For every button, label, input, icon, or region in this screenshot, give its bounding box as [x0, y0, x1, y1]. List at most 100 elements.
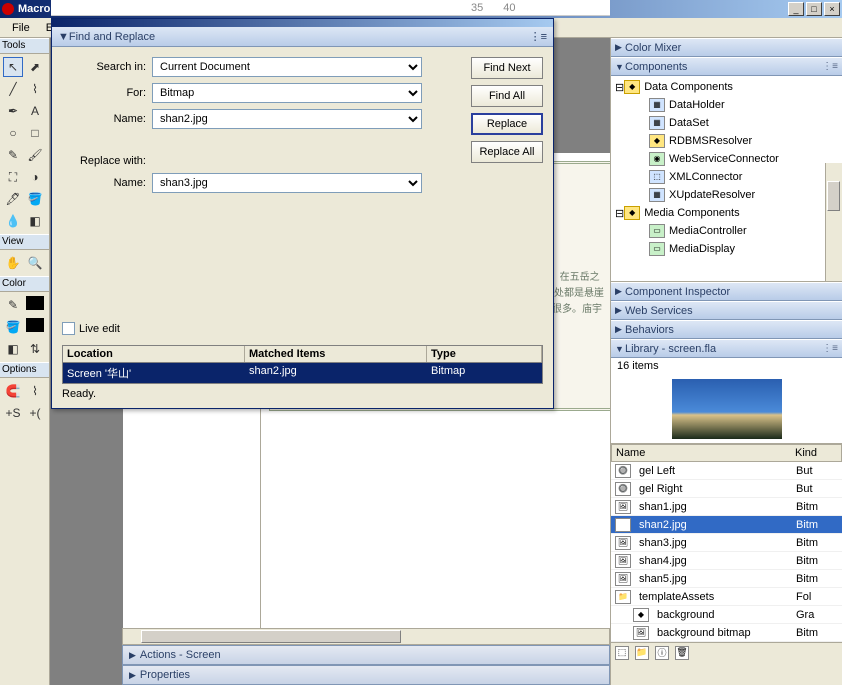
library-row[interactable]: 🖼background bitmapBitm	[611, 624, 842, 642]
straighten-option[interactable]: +S	[3, 403, 23, 423]
zoom-tool[interactable]: 🔍	[25, 253, 45, 273]
swap-colors[interactable]: ⇅	[25, 339, 45, 359]
menu-file[interactable]: File	[4, 20, 38, 36]
pencil-tool[interactable]: ✎	[3, 145, 23, 165]
web-services-header[interactable]: ▶Web Services	[611, 301, 842, 320]
component-inspector-header[interactable]: ▶Component Inspector	[611, 282, 842, 301]
new-folder-icon[interactable]: 📁	[635, 646, 649, 660]
results-row[interactable]: Screen '华山' shan2.jpg Bitmap	[63, 363, 542, 383]
components-scrollbar[interactable]	[825, 163, 842, 281]
subselect-tool[interactable]: ⬈	[25, 57, 45, 77]
name-select[interactable]: shan2.jpg	[152, 109, 422, 129]
library-header-row[interactable]: NameKind	[611, 444, 842, 462]
smooth-option[interactable]: ⌇	[25, 381, 45, 401]
oval-tool[interactable]: ○	[3, 123, 23, 143]
library-row[interactable]: 🔘gel LeftBut	[611, 462, 842, 480]
rect-tool[interactable]: □	[25, 123, 45, 143]
pen-tool[interactable]: ✒	[3, 101, 23, 121]
find-all-button[interactable]: Find All	[471, 85, 543, 107]
repl-name-label: Name:	[62, 177, 152, 189]
tree-item[interactable]: DataSet	[669, 117, 709, 129]
new-symbol-icon[interactable]: ⬚	[615, 646, 629, 660]
fill-swatch[interactable]	[26, 318, 44, 332]
components-header[interactable]: ▼Components⋮≡	[611, 57, 842, 76]
bucket-tool[interactable]: 🪣	[25, 189, 45, 209]
library-item-icon: 🔘	[615, 464, 631, 478]
replace-button[interactable]: Replace	[471, 113, 543, 135]
fill-transform-tool[interactable]: ◑	[25, 167, 45, 187]
maximize-button[interactable]: □	[806, 2, 822, 16]
replace-all-button[interactable]: Replace All	[471, 141, 543, 163]
tree-group[interactable]: Data Components	[644, 81, 733, 93]
delete-icon[interactable]: 🗑	[675, 646, 689, 660]
default-colors[interactable]: ◧	[3, 339, 23, 359]
library-preview	[611, 374, 842, 444]
snap-option[interactable]: 🧲	[3, 381, 23, 401]
tree-group[interactable]: Media Components	[644, 207, 739, 219]
hand-tool[interactable]: ✋	[3, 253, 23, 273]
search-in-select[interactable]: Current Document	[152, 57, 422, 77]
actions-panel-header[interactable]: ▶Actions - Screen	[122, 645, 610, 665]
find-replace-dialog: ▼ Find and Replace⋮≡ Search in:Current D…	[51, 18, 554, 409]
lasso-tool[interactable]: ⌇	[25, 79, 45, 99]
right-panels: ▶Color Mixer ▼Components⋮≡ ⊟◆Data Compon…	[610, 38, 842, 685]
library-row[interactable]: 🔘gel RightBut	[611, 480, 842, 498]
eraser-tool[interactable]: ◧	[25, 211, 45, 231]
replace-name-select[interactable]: shan3.jpg	[152, 173, 422, 193]
library-row[interactable]: 🖼shan1.jpgBitm	[611, 498, 842, 516]
library-header[interactable]: ▼Library - screen.fla⋮≡	[611, 339, 842, 358]
library-row[interactable]: 🖼shan5.jpgBitm	[611, 570, 842, 588]
tree-item[interactable]: WebServiceConnector	[669, 153, 779, 165]
dialog-status: Ready.	[62, 384, 543, 404]
line-tool[interactable]: ╱	[3, 79, 23, 99]
live-edit-checkbox[interactable]: Live edit	[62, 322, 543, 335]
properties-panel-header[interactable]: ▶Properties	[122, 665, 610, 685]
behaviors-header[interactable]: ▶Behaviors	[611, 320, 842, 339]
library-row[interactable]: 🖼shan4.jpgBitm	[611, 552, 842, 570]
name-label: Name:	[62, 113, 152, 125]
library-item-icon: 🖼	[633, 626, 649, 640]
library-row[interactable]: 🖼shan2.jpgBitm	[611, 516, 842, 534]
dialog-header[interactable]: ▼ Find and Replace⋮≡	[52, 27, 553, 47]
replace-with-label: Replace with:	[62, 155, 152, 167]
ink-tool[interactable]: 🖋	[3, 189, 23, 209]
tree-item[interactable]: DataHolder	[669, 99, 725, 111]
library-row[interactable]: 📁templateAssetsFol	[611, 588, 842, 606]
for-select[interactable]: Bitmap	[152, 83, 422, 103]
horizontal-scrollbar[interactable]	[122, 628, 610, 645]
option-d[interactable]: +(	[25, 403, 45, 423]
col-matched[interactable]: Matched Items	[245, 346, 427, 362]
timeline-ruler[interactable]: 35 40	[51, 0, 610, 16]
dialog-titlebar[interactable]	[52, 19, 553, 27]
library-item-icon: 🖼	[615, 572, 631, 586]
selection-tool[interactable]: ↖	[3, 57, 23, 77]
tree-item[interactable]: MediaController	[669, 225, 747, 237]
transform-tool[interactable]: ⛶	[3, 167, 23, 187]
color-mixer-header[interactable]: ▶Color Mixer	[611, 38, 842, 57]
library-item-icon: ◆	[633, 608, 649, 622]
close-button[interactable]: ×	[824, 2, 840, 16]
tree-item[interactable]: XMLConnector	[669, 171, 742, 183]
minimize-button[interactable]: _	[788, 2, 804, 16]
text-tool[interactable]: A	[25, 101, 45, 121]
fill-color[interactable]: 🪣	[3, 317, 23, 337]
eyedropper-tool[interactable]: 💧	[3, 211, 23, 231]
results-grid[interactable]: Location Matched Items Type Screen '华山' …	[62, 345, 543, 384]
find-next-button[interactable]: Find Next	[471, 57, 543, 79]
brush-tool[interactable]: 🖌	[25, 145, 45, 165]
tree-item[interactable]: RDBMSResolver	[669, 135, 752, 147]
tree-item[interactable]: MediaDisplay	[669, 243, 735, 255]
col-location[interactable]: Location	[63, 346, 245, 362]
components-tree[interactable]: ⊟◆Data Components ▦DataHolder ▦DataSet ◆…	[611, 76, 842, 282]
library-row[interactable]: ◆backgroundGra	[611, 606, 842, 624]
library-row[interactable]: 🖼shan3.jpgBitm	[611, 534, 842, 552]
col-type[interactable]: Type	[427, 346, 542, 362]
library-table[interactable]: NameKind 🔘gel LeftBut🔘gel RightBut🖼shan1…	[611, 444, 842, 642]
stroke-swatch[interactable]	[26, 296, 44, 310]
timeline-tick: 35	[471, 2, 483, 14]
tree-item[interactable]: XUpdateResolver	[669, 189, 755, 201]
colors-header: Color	[0, 276, 49, 292]
properties-icon[interactable]: ⓘ	[655, 646, 669, 660]
library-item-icon: 🖼	[615, 518, 631, 532]
stroke-color[interactable]: ✎	[3, 295, 23, 315]
